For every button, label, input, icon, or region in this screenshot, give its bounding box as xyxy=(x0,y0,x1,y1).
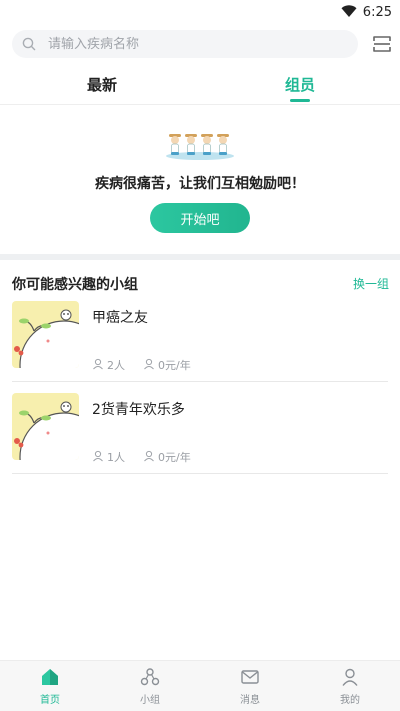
group-members: 1人 xyxy=(92,449,125,465)
group-member-count: 1人 xyxy=(107,451,125,464)
start-button[interactable]: 开始吧 xyxy=(150,203,250,233)
hero-section: 疾病很痛苦，让我们互相勉励吧！ 开始吧 xyxy=(0,104,400,254)
group-icon xyxy=(139,666,161,688)
fee-icon xyxy=(143,358,155,373)
group-fee-value: 0元/年 xyxy=(158,451,191,464)
scan-button[interactable] xyxy=(370,32,394,56)
message-icon xyxy=(239,666,261,688)
group-fee: 0元/年 xyxy=(143,357,191,373)
nav-profile-label: 我的 xyxy=(340,695,360,706)
person-icon xyxy=(92,358,104,373)
scan-icon xyxy=(370,36,394,60)
nav-home[interactable]: 首页 xyxy=(0,661,100,711)
search-input[interactable] xyxy=(46,35,330,53)
group-list-item[interactable]: 2货青年欢乐多 1人 0元/年 xyxy=(12,393,388,485)
status-bar: 6:25 xyxy=(0,0,400,24)
hero-message: 疾病很痛苦，让我们互相勉励吧！ xyxy=(95,176,305,192)
home-icon xyxy=(39,666,61,688)
tab-members[interactable]: 组员 xyxy=(285,74,315,95)
list-divider xyxy=(12,473,388,474)
nav-groups-label: 小组 xyxy=(140,695,160,706)
hero-illustration xyxy=(163,128,237,162)
status-time: 6:25 xyxy=(362,5,392,20)
status-icons: 6:25 xyxy=(341,3,392,22)
person-icon xyxy=(92,450,104,465)
refresh-groups-button[interactable]: 换一组 xyxy=(353,275,389,292)
group-thumbnail xyxy=(12,301,79,368)
wifi-icon xyxy=(341,3,357,22)
nav-groups[interactable]: 小组 xyxy=(100,661,200,711)
section-divider xyxy=(0,254,400,260)
nav-home-label: 首页 xyxy=(40,695,60,706)
tab-bar: 最新 组员 xyxy=(0,70,400,105)
group-list-item[interactable]: 甲癌之友 2人 0元/年 xyxy=(12,301,388,393)
nav-messages-label: 消息 xyxy=(240,695,260,706)
group-members: 2人 xyxy=(92,357,125,373)
profile-icon xyxy=(339,666,361,688)
search-bar[interactable] xyxy=(12,30,358,58)
group-name: 甲癌之友 xyxy=(92,310,148,326)
group-fee: 0元/年 xyxy=(143,449,191,465)
tab-active-indicator xyxy=(290,99,310,102)
group-fee-value: 0元/年 xyxy=(158,359,191,372)
group-member-count: 2人 xyxy=(107,359,125,372)
group-name: 2货青年欢乐多 xyxy=(92,402,185,418)
group-thumbnail xyxy=(12,393,79,460)
nav-messages[interactable]: 消息 xyxy=(200,661,300,711)
bottom-nav: 首页 小组 消息 我的 xyxy=(0,660,400,711)
fee-icon xyxy=(143,450,155,465)
section-title: 你可能感兴趣的小组 xyxy=(12,277,138,293)
nav-profile[interactable]: 我的 xyxy=(300,661,400,711)
search-icon xyxy=(22,37,36,51)
tab-latest[interactable]: 最新 xyxy=(87,74,117,95)
list-divider xyxy=(12,381,388,382)
